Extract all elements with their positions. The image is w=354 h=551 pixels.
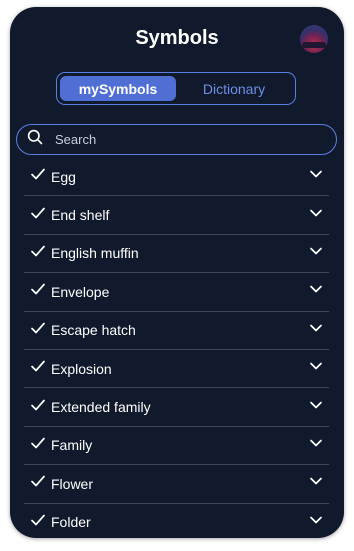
chevron-down-icon[interactable] (309, 398, 329, 417)
list-item-label: Family (51, 437, 93, 454)
list-item[interactable]: Folder (24, 504, 329, 538)
check-icon (24, 281, 46, 302)
chevron-down-icon[interactable] (309, 244, 329, 263)
list-item[interactable]: Extended family (24, 388, 329, 427)
list-item[interactable]: Flower (24, 465, 329, 504)
list-item[interactable]: Egg (24, 158, 329, 197)
list-item-label: Flower (51, 475, 94, 492)
chevron-down-icon[interactable] (309, 359, 329, 378)
tab-dictionary[interactable]: Dictionary (176, 76, 292, 101)
check-icon (24, 243, 46, 264)
list-item[interactable]: Family (24, 427, 329, 466)
chevron-down-icon[interactable] (309, 282, 329, 301)
list-item-label: Explosion (51, 360, 112, 377)
list-item-label: Egg (51, 168, 76, 185)
chevron-down-icon[interactable] (309, 436, 329, 455)
list-item-label: Envelope (51, 283, 110, 300)
chevron-down-icon[interactable] (309, 206, 329, 225)
avatar[interactable] (300, 25, 328, 53)
list-item[interactable]: Escape hatch (24, 312, 329, 350)
list-item-label: Folder (51, 514, 91, 531)
header: Symbols (10, 7, 344, 69)
app-window: Symbols mySymbols Dictionary Egg End she… (10, 7, 344, 538)
chevron-down-icon[interactable] (309, 167, 329, 186)
chevron-down-icon[interactable] (309, 513, 329, 532)
search-bar[interactable] (16, 124, 337, 155)
list-item-label: End shelf (51, 207, 110, 224)
check-icon (24, 358, 46, 379)
list-item[interactable]: English muffin (24, 235, 329, 274)
check-icon (24, 473, 46, 494)
list-item-label: Escape hatch (51, 322, 136, 339)
symbol-list: Egg End shelf English muffin Envelope Es… (24, 158, 329, 538)
check-icon (24, 435, 46, 456)
segmented-control: mySymbols Dictionary (56, 72, 296, 105)
page-title: Symbols (135, 27, 219, 49)
list-item-label: Extended family (51, 399, 151, 416)
search-icon (27, 129, 43, 150)
check-icon (24, 397, 46, 418)
check-icon (24, 512, 46, 533)
check-icon (24, 320, 46, 341)
list-item[interactable]: Explosion (24, 350, 329, 389)
search-input[interactable] (53, 131, 307, 148)
check-icon (24, 166, 46, 187)
list-item[interactable]: Envelope (24, 273, 329, 312)
check-icon (24, 205, 46, 226)
list-item[interactable]: End shelf (24, 196, 329, 235)
chevron-down-icon[interactable] (309, 321, 329, 340)
tab-mysymbols[interactable]: mySymbols (60, 76, 176, 101)
list-item-label: English muffin (51, 245, 139, 262)
chevron-down-icon[interactable] (309, 474, 329, 493)
